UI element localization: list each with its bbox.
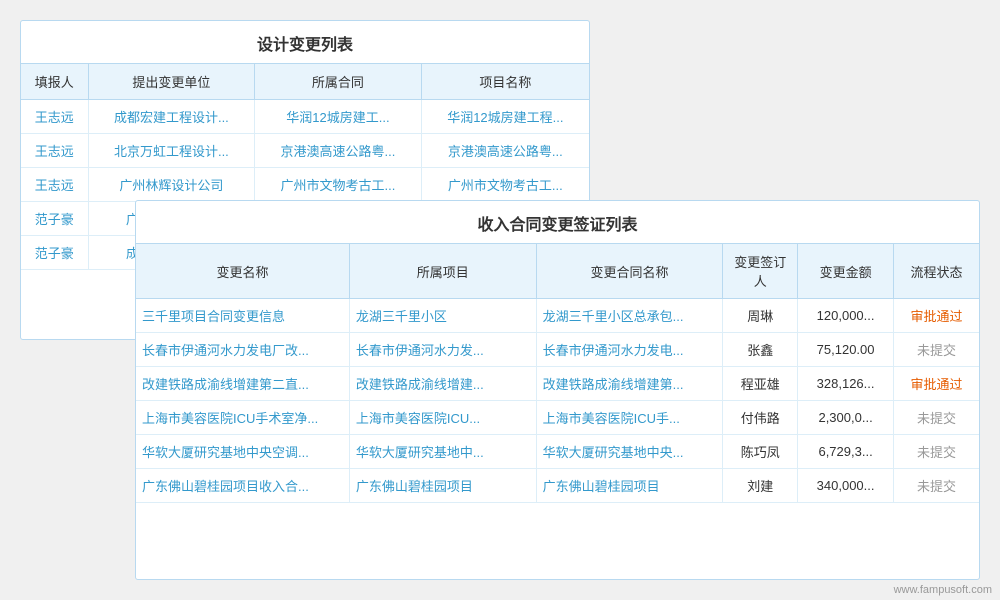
income-cell-name[interactable]: 广东佛山碧桂园项目收入合... bbox=[136, 469, 349, 503]
income-cell-signer: 张鑫 bbox=[723, 333, 798, 367]
income-contract-panel: 收入合同变更签证列表 变更名称 所属项目 变更合同名称 变更签订人 变更金额 流… bbox=[135, 200, 980, 580]
design-cell-unit[interactable]: 成都宏建工程设计... bbox=[88, 100, 255, 134]
income-cell-status: 审批通过 bbox=[894, 367, 979, 401]
income-cell-amount: 328,126... bbox=[798, 367, 894, 401]
table-row: 三千里项目合同变更信息龙湖三千里小区龙湖三千里小区总承包...周琳120,000… bbox=[136, 299, 979, 333]
income-cell-name[interactable]: 华软大厦研究基地中央空调... bbox=[136, 435, 349, 469]
income-cell-name[interactable]: 三千里项目合同变更信息 bbox=[136, 299, 349, 333]
income-cell-project[interactable]: 上海市美容医院ICU... bbox=[349, 401, 536, 435]
income-cell-contract[interactable]: 长春市伊通河水力发电... bbox=[536, 333, 723, 367]
income-cell-status: 未提交 bbox=[894, 469, 979, 503]
income-cell-status: 未提交 bbox=[894, 435, 979, 469]
income-cell-amount: 6,729,3... bbox=[798, 435, 894, 469]
income-cell-status: 未提交 bbox=[894, 333, 979, 367]
income-cell-amount: 120,000... bbox=[798, 299, 894, 333]
income-cell-contract[interactable]: 广东佛山碧桂园项目 bbox=[536, 469, 723, 503]
income-cell-contract[interactable]: 改建铁路成渝线增建第... bbox=[536, 367, 723, 401]
design-col-unit: 提出变更单位 bbox=[88, 64, 255, 100]
income-cell-signer: 程亚雄 bbox=[723, 367, 798, 401]
income-col-amount: 变更金额 bbox=[798, 244, 894, 299]
design-cell-reporter[interactable]: 王志远 bbox=[21, 134, 88, 168]
table-row: 王志远成都宏建工程设计...华润12城房建工...华润12城房建工程... bbox=[21, 100, 589, 134]
income-cell-contract[interactable]: 上海市美容医院ICU手... bbox=[536, 401, 723, 435]
design-col-project: 项目名称 bbox=[421, 64, 589, 100]
income-cell-name[interactable]: 改建铁路成渝线增建第二直... bbox=[136, 367, 349, 401]
income-cell-project[interactable]: 改建铁路成渝线增建... bbox=[349, 367, 536, 401]
table-row: 上海市美容医院ICU手术室净...上海市美容医院ICU...上海市美容医院ICU… bbox=[136, 401, 979, 435]
income-panel-title: 收入合同变更签证列表 bbox=[136, 201, 979, 244]
income-cell-contract[interactable]: 华软大厦研究基地中央... bbox=[536, 435, 723, 469]
income-cell-project[interactable]: 华软大厦研究基地中... bbox=[349, 435, 536, 469]
income-cell-project[interactable]: 长春市伊通河水力发... bbox=[349, 333, 536, 367]
table-row: 长春市伊通河水力发电厂改...长春市伊通河水力发...长春市伊通河水力发电...… bbox=[136, 333, 979, 367]
design-cell-reporter[interactable]: 王志远 bbox=[21, 168, 88, 202]
income-cell-amount: 2,300,0... bbox=[798, 401, 894, 435]
table-row: 王志远北京万虹工程设计...京港澳高速公路粤...京港澳高速公路粤... bbox=[21, 134, 589, 168]
income-cell-amount: 340,000... bbox=[798, 469, 894, 503]
design-cell-reporter[interactable]: 王志远 bbox=[21, 100, 88, 134]
income-cell-contract[interactable]: 龙湖三千里小区总承包... bbox=[536, 299, 723, 333]
design-cell-unit[interactable]: 北京万虹工程设计... bbox=[88, 134, 255, 168]
watermark-text: www.fampusoft.com bbox=[894, 584, 992, 596]
design-cell-reporter[interactable]: 范子豪 bbox=[21, 236, 88, 270]
design-cell-project[interactable]: 华润12城房建工程... bbox=[421, 100, 589, 134]
table-row: 华软大厦研究基地中央空调...华软大厦研究基地中...华软大厦研究基地中央...… bbox=[136, 435, 979, 469]
income-cell-project[interactable]: 龙湖三千里小区 bbox=[349, 299, 536, 333]
income-cell-signer: 付伟路 bbox=[723, 401, 798, 435]
income-cell-name[interactable]: 上海市美容医院ICU手术室净... bbox=[136, 401, 349, 435]
income-col-contract: 变更合同名称 bbox=[536, 244, 723, 299]
design-cell-project[interactable]: 广州市文物考古工... bbox=[421, 168, 589, 202]
income-col-project: 所属项目 bbox=[349, 244, 536, 299]
table-row: 王志远广州林辉设计公司广州市文物考古工...广州市文物考古工... bbox=[21, 168, 589, 202]
income-cell-signer: 刘建 bbox=[723, 469, 798, 503]
design-cell-unit[interactable]: 广州林辉设计公司 bbox=[88, 168, 255, 202]
income-col-name: 变更名称 bbox=[136, 244, 349, 299]
design-col-reporter: 填报人 bbox=[21, 64, 88, 100]
design-panel-title: 设计变更列表 bbox=[21, 21, 589, 64]
income-cell-status: 审批通过 bbox=[894, 299, 979, 333]
income-col-signer: 变更签订人 bbox=[723, 244, 798, 299]
design-cell-contract[interactable]: 华润12城房建工... bbox=[255, 100, 422, 134]
income-cell-signer: 周琳 bbox=[723, 299, 798, 333]
income-cell-project[interactable]: 广东佛山碧桂园项目 bbox=[349, 469, 536, 503]
income-cell-name[interactable]: 长春市伊通河水力发电厂改... bbox=[136, 333, 349, 367]
income-cell-status: 未提交 bbox=[894, 401, 979, 435]
income-col-status: 流程状态 bbox=[894, 244, 979, 299]
design-cell-contract[interactable]: 京港澳高速公路粤... bbox=[255, 134, 422, 168]
income-table: 变更名称 所属项目 变更合同名称 变更签订人 变更金额 流程状态 三千里项目合同… bbox=[136, 244, 979, 503]
income-cell-amount: 75,120.00 bbox=[798, 333, 894, 367]
table-row: 改建铁路成渝线增建第二直...改建铁路成渝线增建...改建铁路成渝线增建第...… bbox=[136, 367, 979, 401]
design-cell-project[interactable]: 京港澳高速公路粤... bbox=[421, 134, 589, 168]
design-cell-contract[interactable]: 广州市文物考古工... bbox=[255, 168, 422, 202]
design-cell-reporter[interactable]: 范子豪 bbox=[21, 202, 88, 236]
income-cell-signer: 陈巧凤 bbox=[723, 435, 798, 469]
table-row: 广东佛山碧桂园项目收入合...广东佛山碧桂园项目广东佛山碧桂园项目刘建340,0… bbox=[136, 469, 979, 503]
design-col-contract: 所属合同 bbox=[255, 64, 422, 100]
